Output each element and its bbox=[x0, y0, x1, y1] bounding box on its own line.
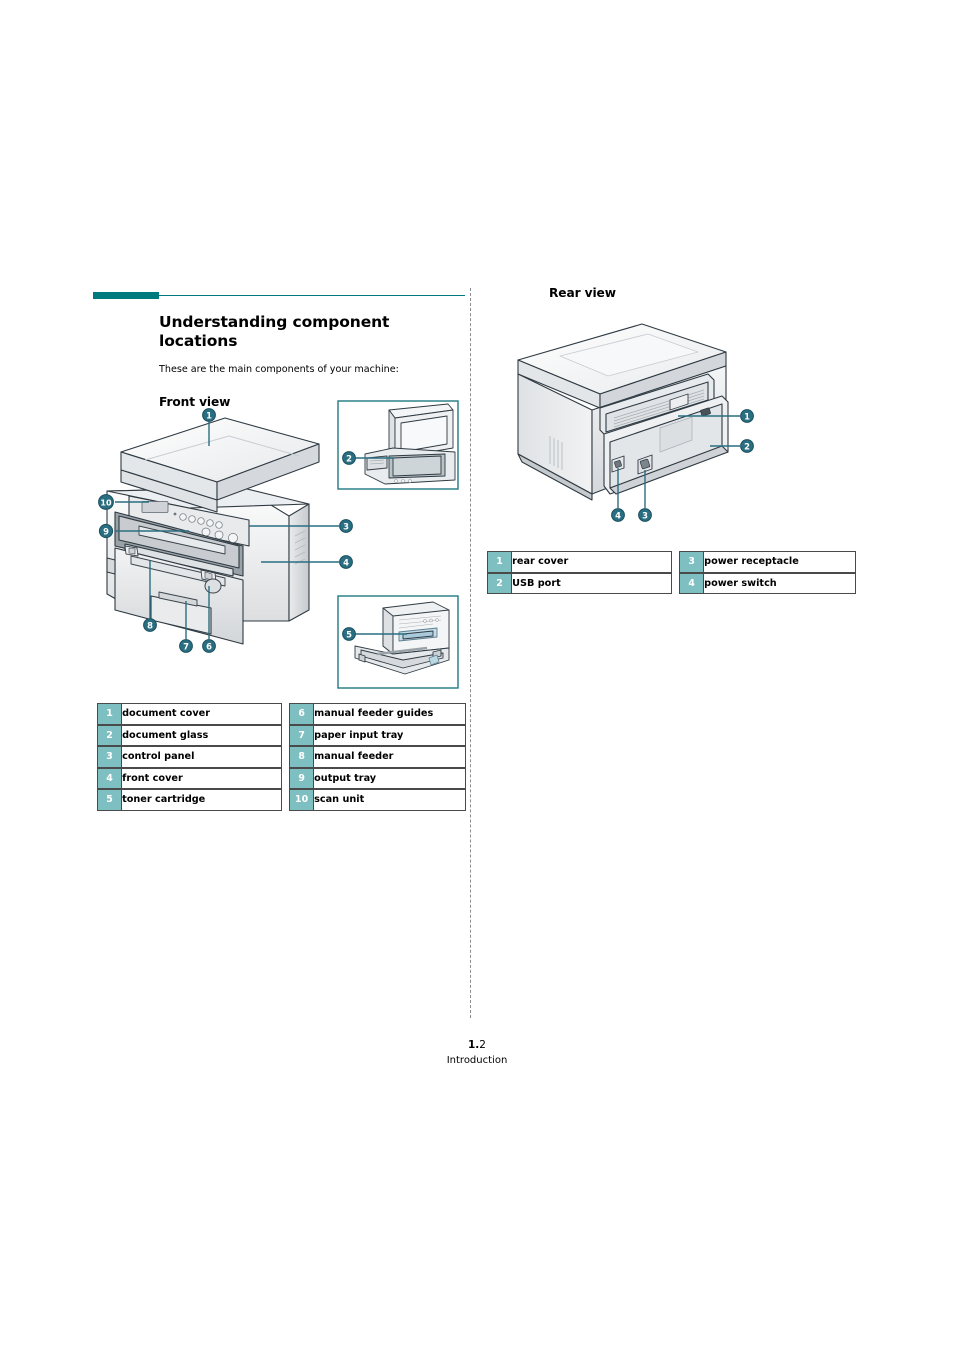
page-number-chapter: 1. bbox=[468, 1039, 480, 1051]
inset-toner-cartridge: 5 bbox=[337, 595, 459, 689]
svg-text:7: 7 bbox=[183, 642, 189, 652]
legend-label: power switch bbox=[703, 572, 856, 594]
legend-label: document cover bbox=[121, 703, 282, 725]
legend-number: 5 bbox=[97, 789, 122, 811]
legend-number: 4 bbox=[97, 767, 122, 789]
legend-label: document glass bbox=[121, 724, 282, 746]
page-number-index: 2 bbox=[479, 1039, 486, 1051]
legend-number: 7 bbox=[289, 724, 314, 746]
section-rule-thin bbox=[159, 295, 465, 297]
table-row: 1 rear cover 3 power receptacle bbox=[487, 551, 856, 573]
legend-number: 10 bbox=[289, 789, 314, 811]
rear-view-heading: Rear view bbox=[549, 286, 616, 300]
svg-text:2: 2 bbox=[346, 454, 352, 464]
right-column: Rear view bbox=[485, 286, 865, 300]
legend-label: front cover bbox=[121, 767, 282, 789]
printer-rear-body bbox=[517, 323, 729, 501]
legend-number: 8 bbox=[289, 746, 314, 768]
svg-text:1: 1 bbox=[206, 411, 212, 421]
legend-gap bbox=[281, 767, 290, 789]
svg-text:6: 6 bbox=[206, 642, 212, 652]
page-title: Understanding component locations bbox=[159, 313, 390, 350]
legend-gap bbox=[281, 746, 290, 768]
svg-text:4: 4 bbox=[615, 511, 621, 521]
legend-gap bbox=[281, 789, 290, 811]
legend-gap bbox=[281, 703, 290, 725]
svg-text:4: 4 bbox=[343, 558, 349, 568]
legend-number: 3 bbox=[679, 551, 704, 573]
page-number: 1.2 bbox=[0, 1039, 954, 1051]
legend-number: 4 bbox=[679, 572, 704, 594]
svg-text:8: 8 bbox=[147, 621, 153, 631]
svg-text:1: 1 bbox=[744, 412, 750, 422]
legend-label: toner cartridge bbox=[121, 789, 282, 811]
legend-label: power receptacle bbox=[703, 551, 856, 573]
legend-label: control panel bbox=[121, 746, 282, 768]
table-row: 3 control panel 8 manual feeder bbox=[97, 746, 466, 768]
page-footer: 1.2 Introduction bbox=[0, 1039, 954, 1066]
svg-text:10: 10 bbox=[100, 499, 112, 508]
legend-label: rear cover bbox=[511, 551, 672, 573]
svg-text:2: 2 bbox=[744, 442, 750, 452]
legend-number: 6 bbox=[289, 703, 314, 725]
svg-text:3: 3 bbox=[642, 511, 648, 521]
table-row: 4 front cover 9 output tray bbox=[97, 767, 466, 789]
legend-number: 1 bbox=[487, 551, 512, 573]
table-row: 2 USB port 4 power switch bbox=[487, 572, 856, 594]
legend-label: manual feeder guides bbox=[313, 703, 466, 725]
svg-text:9: 9 bbox=[103, 527, 109, 537]
inset-document-glass: 2 bbox=[337, 400, 459, 490]
legend-number: 2 bbox=[487, 572, 512, 594]
table-row: 1 document cover 6 manual feeder guides bbox=[97, 703, 466, 725]
legend-label: paper input tray bbox=[313, 724, 466, 746]
legend-number: 1 bbox=[97, 703, 122, 725]
table-row: 5 toner cartridge 10 scan unit bbox=[97, 789, 466, 811]
rear-view-legend-table: 1 rear cover 3 power receptacle 2 USB po… bbox=[487, 551, 856, 594]
document-page: Understanding component locations These … bbox=[0, 0, 954, 1349]
legend-gap bbox=[671, 551, 680, 573]
column-divider bbox=[470, 288, 471, 1018]
section-intro-text: These are the main components of your ma… bbox=[159, 364, 399, 375]
legend-label: USB port bbox=[511, 572, 672, 594]
front-view-illustration: 1 3 4 10 9 8 7 6 2 5 bbox=[93, 396, 465, 696]
rear-view-illustration: 1 2 3 4 bbox=[492, 318, 802, 538]
legend-number: 9 bbox=[289, 767, 314, 789]
svg-text:5: 5 bbox=[346, 630, 352, 640]
section-rule-thick bbox=[93, 292, 159, 299]
legend-label: manual feeder bbox=[313, 746, 466, 768]
legend-number: 2 bbox=[97, 724, 122, 746]
chapter-name: Introduction bbox=[446, 1055, 508, 1066]
legend-label: scan unit bbox=[313, 789, 466, 811]
legend-gap bbox=[671, 572, 680, 594]
legend-label: output tray bbox=[313, 767, 466, 789]
svg-text:3: 3 bbox=[343, 522, 349, 532]
section-rule bbox=[93, 290, 465, 304]
front-view-legend-table: 1 document cover 6 manual feeder guides … bbox=[97, 703, 466, 811]
legend-number: 3 bbox=[97, 746, 122, 768]
left-column: Understanding component locations These … bbox=[93, 290, 465, 409]
legend-gap bbox=[281, 724, 290, 746]
table-row: 2 document glass 7 paper input tray bbox=[97, 724, 466, 746]
